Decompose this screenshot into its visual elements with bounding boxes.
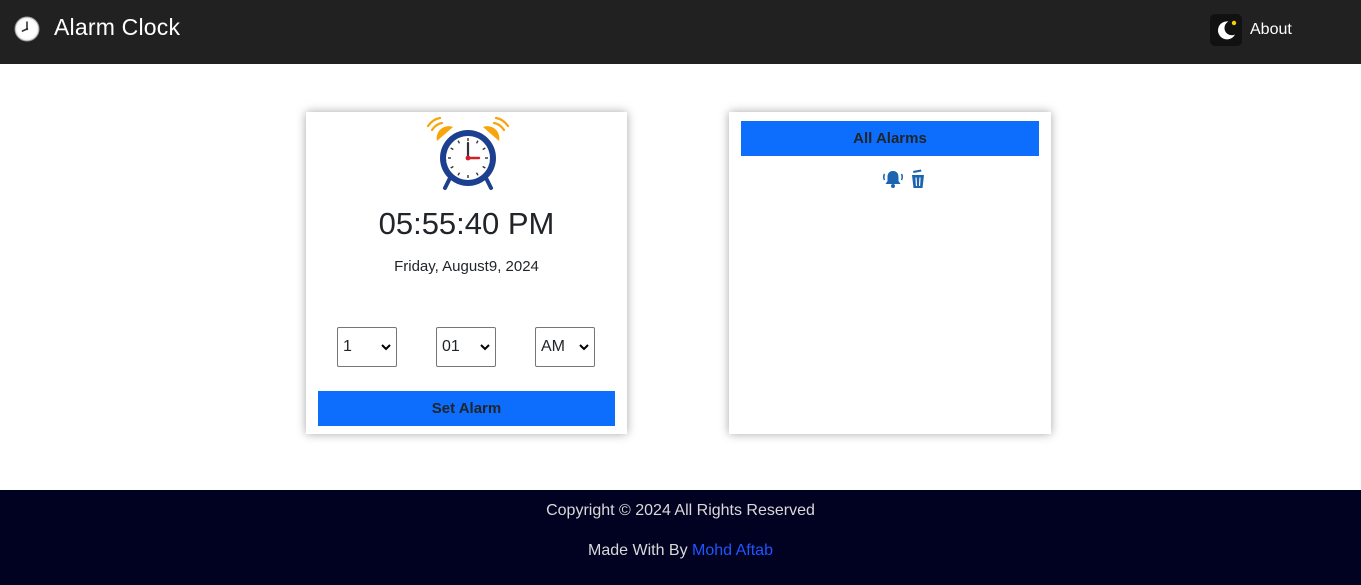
trash-icon[interactable] <box>910 169 926 189</box>
chevron-down-icon <box>579 344 589 351</box>
minute-value: 01 <box>442 338 460 355</box>
about-link[interactable]: About <box>1250 21 1292 39</box>
current-date: Friday, August9, 2024 <box>394 258 539 275</box>
author-link[interactable]: Mohd Aftab <box>692 542 773 559</box>
alarm-clock-icon <box>426 116 510 190</box>
chevron-down-icon <box>381 344 391 351</box>
alarms-card: All Alarms <box>729 112 1051 434</box>
alarm-item <box>882 169 928 189</box>
app-title: Alarm Clock <box>54 14 181 40</box>
made-with-line: Made With By Mohd Aftab <box>0 542 1361 560</box>
copyright-text: Copyright © 2024 All Rights Reserved <box>546 502 815 519</box>
ampm-select[interactable]: AM <box>535 327 595 367</box>
hour-select[interactable]: 1 <box>337 327 397 367</box>
all-alarms-header: All Alarms <box>741 121 1039 156</box>
navbar: Alarm Clock About <box>0 0 1361 64</box>
hour-value: 1 <box>343 338 352 355</box>
footer: Copyright © 2024 All Rights Reserved Mad… <box>0 490 1361 585</box>
ampm-value: AM <box>541 338 565 355</box>
moon-icon <box>1218 20 1237 40</box>
minute-select[interactable]: 01 <box>436 327 496 367</box>
theme-toggle-button[interactable] <box>1210 14 1242 46</box>
ringing-bell-icon <box>883 171 903 188</box>
set-alarm-button[interactable]: Set Alarm <box>318 391 615 426</box>
clock-card: 05:55:40 PM Friday, August9, 2024 1 01 A… <box>306 112 627 434</box>
clock-icon <box>14 16 40 42</box>
current-time: 05:55:40 PM <box>378 206 555 241</box>
chevron-down-icon <box>480 344 490 351</box>
made-with-prefix: Made With By <box>588 542 693 559</box>
